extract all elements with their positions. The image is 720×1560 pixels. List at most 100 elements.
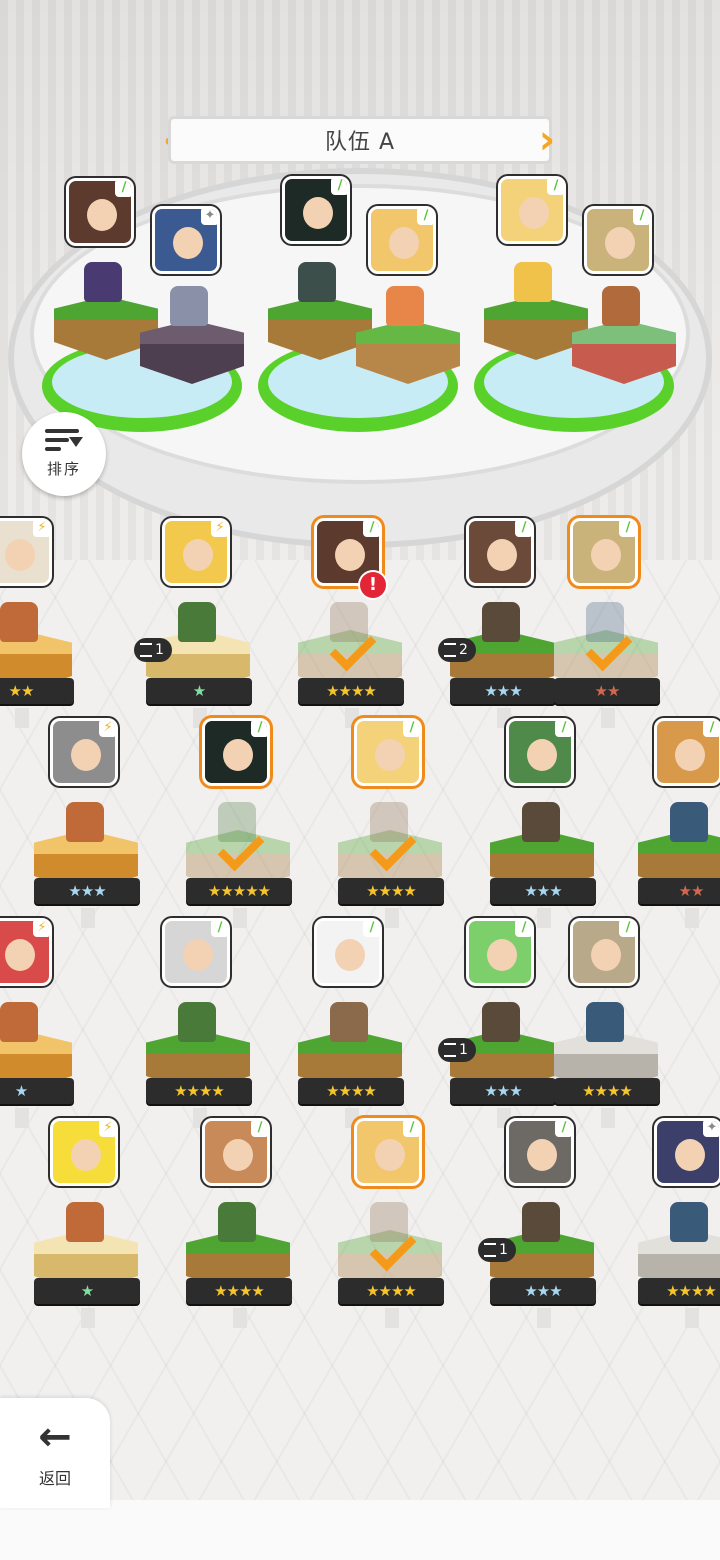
character-portrait[interactable]: ⚡: [0, 918, 52, 986]
character-sprite: [514, 262, 552, 302]
duplicate-count-badge: 1: [134, 638, 172, 662]
element-leaf-icon: ∕: [515, 521, 531, 537]
selected-check-icon: [366, 1242, 410, 1268]
character-portrait[interactable]: ∕: [506, 1118, 574, 1186]
character-portrait[interactable]: ⚡: [50, 1118, 118, 1186]
character-sprite: [586, 1002, 624, 1042]
element-leaf-icon: ∕: [547, 179, 563, 195]
star-rating: ★: [0, 1078, 74, 1104]
character-sprite: [84, 262, 122, 302]
element-leaf-icon: ∕: [403, 1121, 419, 1137]
element-leaf-icon: ∕: [633, 209, 649, 225]
element-leaf-icon: ∕: [403, 721, 419, 737]
element-leaf-icon: ∕: [417, 209, 433, 225]
sort-icon: [45, 429, 83, 455]
team-member-tile[interactable]: [356, 320, 460, 384]
element-leaf-icon: ∕: [363, 521, 379, 537]
character-sprite: [178, 602, 216, 642]
team-member-portrait[interactable]: ∕: [584, 206, 652, 274]
character-sprite: [0, 602, 38, 642]
team-member-portrait[interactable]: ∕: [282, 176, 350, 244]
tile-stem: [233, 1308, 247, 1328]
tile-stem: [15, 708, 29, 728]
character-sprite: [522, 802, 560, 842]
character-sprite: [66, 1202, 104, 1242]
stack-icon: [484, 1243, 496, 1257]
back-button[interactable]: ← 返回: [0, 1398, 110, 1508]
character-sprite: [602, 286, 640, 326]
element-leaf-icon: ∕: [331, 179, 347, 195]
element-leaf-icon: ∕: [555, 721, 571, 737]
character-portrait[interactable]: ∕: [162, 918, 230, 986]
duplicate-count: 1: [155, 642, 164, 658]
star-rating: ★★★★: [338, 1278, 444, 1304]
team-member-portrait[interactable]: ∕: [66, 178, 134, 246]
element-leaf-icon: ∕: [619, 521, 635, 537]
element-lightning-icon: ⚡: [33, 921, 49, 937]
tile-stem: [601, 708, 615, 728]
element-leaf-icon: ∕: [555, 1121, 571, 1137]
star-rating: ★★: [0, 678, 74, 704]
back-arrow-icon: ←: [38, 1414, 72, 1460]
back-label: 返回: [38, 1469, 71, 1488]
selected-check-icon: [582, 642, 626, 668]
star-rating: ★★★: [450, 1078, 556, 1104]
star-rating: ★★★★: [186, 1278, 292, 1304]
tile-stem: [81, 1308, 95, 1328]
element-leaf-icon: ∕: [211, 921, 227, 937]
character-portrait[interactable]: ⚡: [50, 718, 118, 786]
star-rating: ★★: [554, 678, 660, 704]
character-portrait[interactable]: ✦: [654, 1118, 720, 1186]
tile-stem: [685, 1308, 699, 1328]
next-team-arrow[interactable]: ›: [536, 118, 558, 162]
element-sparkle-icon: ✦: [703, 1121, 719, 1137]
duplicate-count: 1: [459, 1042, 468, 1058]
character-portrait[interactable]: ∕: [314, 918, 382, 986]
character-sprite: [0, 1002, 38, 1042]
team-member-portrait[interactable]: ∕: [498, 176, 566, 244]
character-portrait[interactable]: ∕: [570, 918, 638, 986]
star-rating: ★★: [638, 878, 720, 904]
duplicate-count: 1: [499, 1242, 508, 1258]
team-member-portrait[interactable]: ✦: [152, 206, 220, 274]
stack-icon: [444, 1043, 456, 1057]
duplicate-count: 2: [459, 642, 468, 658]
character-portrait[interactable]: ⚡: [162, 518, 230, 586]
element-sparkle-icon: ✦: [201, 209, 217, 225]
character-sprite: [178, 1002, 216, 1042]
element-leaf-icon: ∕: [703, 721, 719, 737]
team-member-tile[interactable]: [572, 320, 676, 384]
character-portrait[interactable]: ∕: [506, 718, 574, 786]
character-portrait[interactable]: ∕: [466, 518, 534, 586]
stack-icon: [444, 643, 456, 657]
element-leaf-icon: ∕: [115, 181, 131, 197]
star-rating: ★★★★: [554, 1078, 660, 1104]
element-leaf-icon: ∕: [251, 1121, 267, 1137]
bottom-bar: [0, 1500, 720, 1560]
tile-stem: [601, 1108, 615, 1128]
character-portrait[interactable]: ∕: [354, 718, 422, 786]
star-rating: ★★★★: [298, 1078, 404, 1104]
character-portrait[interactable]: ∕: [654, 718, 720, 786]
tile-stem: [537, 1308, 551, 1328]
team-member-tile[interactable]: [140, 320, 244, 384]
element-lightning-icon: ⚡: [33, 521, 49, 537]
tile-stem: [537, 908, 551, 928]
sort-button[interactable]: 排序: [22, 412, 106, 496]
character-portrait[interactable]: ⚡: [0, 518, 52, 586]
character-portrait[interactable]: ∕: [570, 518, 638, 586]
character-portrait[interactable]: ∕: [202, 1118, 270, 1186]
character-sprite: [386, 286, 424, 326]
element-lightning-icon: ⚡: [99, 1121, 115, 1137]
tile-stem: [15, 1108, 29, 1128]
star-rating: ★: [34, 1278, 140, 1304]
character-portrait[interactable]: ∕: [466, 918, 534, 986]
star-rating: ★: [146, 678, 252, 704]
character-portrait[interactable]: ∕: [202, 718, 270, 786]
sort-label: 排序: [46, 460, 81, 478]
team-member-portrait[interactable]: ∕: [368, 206, 436, 274]
star-rating: ★★★★: [638, 1278, 720, 1304]
character-sprite: [330, 1002, 368, 1042]
character-sprite: [670, 1202, 708, 1242]
character-portrait[interactable]: ∕: [354, 1118, 422, 1186]
